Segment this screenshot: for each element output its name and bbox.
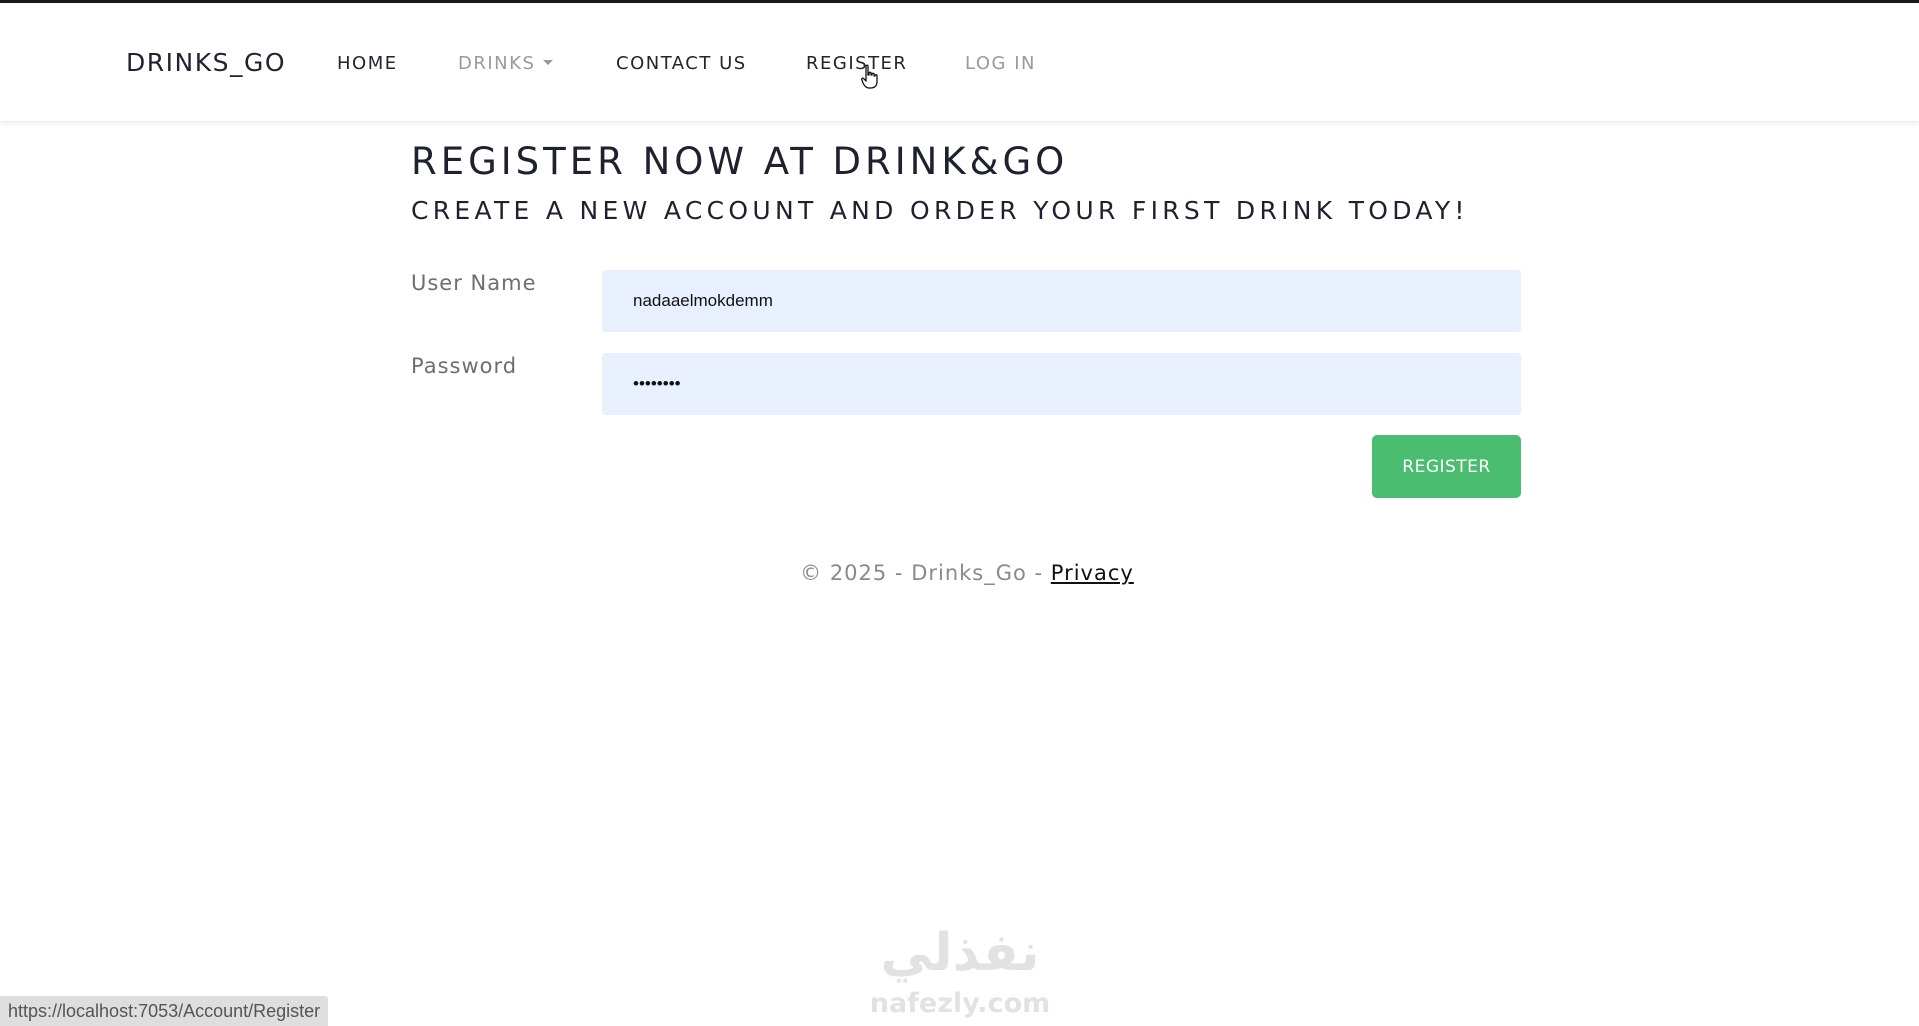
password-field[interactable] bbox=[602, 353, 1521, 415]
privacy-link[interactable]: Privacy bbox=[1051, 561, 1134, 585]
footer: © 2025 - Drinks_Go - Privacy bbox=[0, 561, 1919, 585]
copyright-text: © 2025 - Drinks_Go - bbox=[800, 561, 1051, 585]
status-bar-url: https://localhost:7053/Account/Register bbox=[0, 996, 329, 1026]
nafezly-watermark-logo: نفذلي nafezly.com bbox=[870, 923, 1051, 1019]
page-subtitle: CREATE A NEW ACCOUNT AND ORDER YOUR FIRS… bbox=[411, 196, 1469, 225]
watermark-arabic-text: نفذلي bbox=[880, 923, 1039, 983]
navbar: DRINKS_GO HOME DRINKS CONTACT US REGISTE… bbox=[0, 3, 1919, 122]
password-label: Password bbox=[411, 354, 518, 378]
nav-home[interactable]: HOME bbox=[337, 53, 398, 74]
nav-register[interactable]: REGISTER bbox=[806, 53, 907, 74]
caret-down-icon bbox=[543, 59, 554, 65]
page-title: REGISTER NOW AT DRINK&GO bbox=[411, 140, 1069, 183]
register-button[interactable]: REGISTER bbox=[1372, 435, 1521, 498]
nav-contact-us[interactable]: CONTACT US bbox=[616, 53, 747, 74]
nav-drinks-dropdown[interactable]: DRINKS bbox=[458, 53, 554, 74]
watermark-latin-text: nafezly.com bbox=[870, 988, 1051, 1019]
username-label: User Name bbox=[411, 271, 537, 295]
username-field[interactable] bbox=[602, 270, 1521, 332]
nav-log-in[interactable]: LOG IN bbox=[965, 53, 1036, 74]
brand-logo-link[interactable]: DRINKS_GO bbox=[126, 48, 286, 77]
nav-drinks-label: DRINKS bbox=[458, 53, 536, 74]
hand-pointer-cursor-icon bbox=[861, 64, 878, 89]
